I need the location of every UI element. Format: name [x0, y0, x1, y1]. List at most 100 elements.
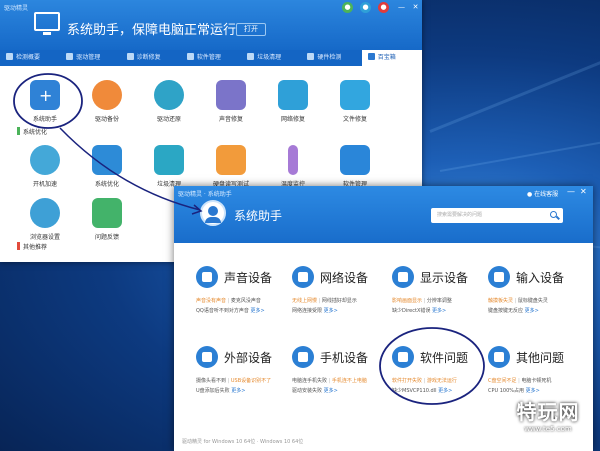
- triangle-icon: [340, 145, 370, 175]
- feedback-icon: [92, 198, 122, 228]
- display-icon: [392, 266, 414, 288]
- assistant-header: 驱动精灵 · 系统助手 系统助手 ● 在线客服 — ✕ 搜索需要解决的问题: [174, 186, 593, 243]
- phone-icon: [292, 346, 314, 368]
- keyboard-icon: [488, 266, 510, 288]
- icon-glyph: [398, 352, 408, 362]
- home-icon: [6, 53, 13, 60]
- desktop-light-ray: [439, 128, 600, 172]
- restore-icon: [154, 80, 184, 110]
- card-external-device[interactable]: 外部设备 摄像头看不到 | USB设备识别不了 U盘添加后失败 更多>: [196, 346, 290, 406]
- icon-glyph: [494, 352, 504, 362]
- card-description: 电脑连手机失败 | 手机连不上电脑 驱动安装失败 更多>: [292, 378, 367, 394]
- card-description: 软件打开失败 | 游戏无法运行 缺少MSVCP110.dll 更多>: [392, 378, 457, 394]
- search-icon[interactable]: [550, 211, 557, 218]
- tool-software-manage[interactable]: 软件管理: [325, 145, 385, 188]
- plus-icon: +: [30, 80, 60, 110]
- toolbox-icon: [367, 53, 375, 60]
- backup-icon: [92, 80, 122, 110]
- toolbox-header: 驱动精灵 系统助手，保障电脑正常运行 打开 ● ● ● — ✕: [0, 0, 422, 50]
- globe-icon: [292, 266, 314, 288]
- card-input-device[interactable]: 输入设备 触摸板失灵 | 鼠标键盘失灵 键盘按键无反应 更多>: [488, 266, 582, 326]
- card-description: 摄像头看不到 | USB设备识别不了 U盘添加后失败 更多>: [196, 378, 272, 394]
- tab-cleanup[interactable]: 垃圾清理: [241, 50, 301, 66]
- watermark-logo: 特玩网: [516, 400, 580, 424]
- section-recommend: 其他推荐: [17, 242, 47, 251]
- trash-icon: [247, 53, 255, 60]
- thermometer-icon: [288, 145, 298, 175]
- avatar-body: [205, 217, 221, 223]
- icon-glyph: [202, 272, 212, 282]
- online-service-link[interactable]: ● 在线客服: [527, 189, 558, 198]
- tab-diagnose[interactable]: 诊断修复: [121, 50, 181, 66]
- card-display-device[interactable]: 显示设备 影响画面显示 | 分辨率调整 缺少DirectX错误 更多>: [392, 266, 486, 326]
- card-description: C盘空间不足 | 电脑卡顿死机 CPU 100%占用 更多>: [488, 378, 552, 394]
- desktop-light-ray: [429, 32, 600, 133]
- assistant-avatar: [200, 200, 226, 226]
- icon-glyph: [202, 352, 212, 362]
- broom-icon: [154, 145, 184, 175]
- gear-icon: [392, 346, 414, 368]
- tool-network-repair[interactable]: 网络修复: [263, 80, 323, 123]
- tool-sound-repair[interactable]: 声音修复: [201, 80, 261, 123]
- card-description: 触摸板失灵 | 鼠标键盘失灵 键盘按键无反应 更多>: [488, 298, 548, 314]
- tool-boot-speedup[interactable]: 开机加速: [15, 145, 75, 188]
- monitor-optimize-icon: [92, 145, 122, 175]
- tab-driver[interactable]: 驱动管理: [60, 50, 120, 66]
- app-brand: 驱动精灵: [4, 5, 29, 12]
- tab-software[interactable]: 软件管理: [181, 50, 241, 66]
- tab-hardware[interactable]: 硬件检测: [301, 50, 361, 66]
- icon-glyph: [298, 352, 308, 362]
- hardware-icon: [307, 53, 315, 60]
- notification-icon[interactable]: ●: [378, 2, 389, 13]
- tool-temperature[interactable]: 温度监控: [263, 145, 323, 188]
- card-software-issue[interactable]: 软件问题 软件打开失败 | 游戏无法运行 缺少MSVCP110.dll 更多>: [392, 346, 486, 406]
- tool-junk-cleanup[interactable]: 垃圾清理: [139, 145, 199, 188]
- close-icon[interactable]: ✕: [410, 2, 421, 13]
- watermark: 特玩网 www.te5.com: [500, 396, 596, 433]
- card-sound-device[interactable]: 声音设备 声音没有声音 | 麦克风没声音 QQ语音听不到对方声音 更多>: [196, 266, 290, 326]
- close-icon[interactable]: ✕: [580, 187, 587, 196]
- speaker-icon: [196, 266, 218, 288]
- driver-icon: [66, 53, 74, 60]
- page-title: 系统助手: [234, 209, 283, 223]
- tab-bar: 检测概要 驱动管理 诊断修复 软件管理 垃圾清理 硬件检测 百宝箱: [0, 50, 422, 66]
- card-description: 无线上网慢 | 网线插好却显示 网络连接受限 更多>: [292, 298, 357, 314]
- card-phone-device[interactable]: 手机设备 电脑连手机失败 | 手机连不上电脑 驱动安装失败 更多>: [292, 346, 386, 406]
- question-icon: [488, 346, 510, 368]
- tool-browser-settings[interactable]: 浏览器设置: [15, 198, 75, 241]
- card-description: 声音没有声音 | 麦克风没声音 QQ语音听不到对方声音 更多>: [196, 298, 265, 314]
- section-marker: [17, 242, 20, 250]
- monitor-icon: [34, 12, 60, 35]
- printer-icon: [196, 346, 218, 368]
- open-button[interactable]: 打开: [236, 23, 266, 36]
- tool-file-repair[interactable]: 文件修复: [325, 80, 385, 123]
- section-system-optimize: 系统优化: [17, 127, 47, 136]
- minimize-icon[interactable]: —: [567, 187, 575, 196]
- globe-icon: [30, 198, 60, 228]
- network-icon: [278, 80, 308, 110]
- tool-feedback[interactable]: 问题反馈: [77, 198, 137, 241]
- rocket-icon: [30, 145, 60, 175]
- app-brand: 驱动精灵 · 系统助手: [178, 191, 232, 198]
- user-icon[interactable]: ●: [360, 2, 371, 13]
- tab-overview[interactable]: 检测概要: [0, 50, 60, 66]
- page-title: 系统助手，保障电脑正常运行: [67, 23, 237, 38]
- minimize-icon[interactable]: —: [396, 2, 407, 13]
- tool-driver-backup[interactable]: 驱动备份: [77, 80, 137, 123]
- card-network-device[interactable]: 网络设备 无线上网慢 | 网线插好却显示 网络连接受限 更多>: [292, 266, 386, 326]
- tool-driver-restore[interactable]: 驱动还原: [139, 80, 199, 123]
- section-marker: [17, 127, 20, 135]
- icon-glyph: [298, 272, 308, 282]
- tool-disk-test[interactable]: 硬盘读写测试: [201, 145, 261, 188]
- tool-system-optimize[interactable]: 系统优化: [77, 145, 137, 188]
- card-description: 影响画面显示 | 分辨率调整 缺少DirectX错误 更多>: [392, 298, 452, 314]
- search-input[interactable]: 搜索需要解决的问题: [431, 208, 563, 223]
- tab-toolbox[interactable]: 百宝箱: [361, 50, 422, 66]
- speaker-icon: [216, 80, 246, 110]
- footer-text: 驱动精灵 for Windows 10 64位 · Windows 10 64位: [182, 439, 304, 445]
- software-icon: [186, 53, 194, 60]
- tool-system-assistant[interactable]: + 系统助手: [15, 80, 75, 123]
- file-icon: [340, 80, 370, 110]
- status-icon[interactable]: ●: [342, 2, 353, 13]
- watermark-url: www.te5.com: [524, 425, 572, 433]
